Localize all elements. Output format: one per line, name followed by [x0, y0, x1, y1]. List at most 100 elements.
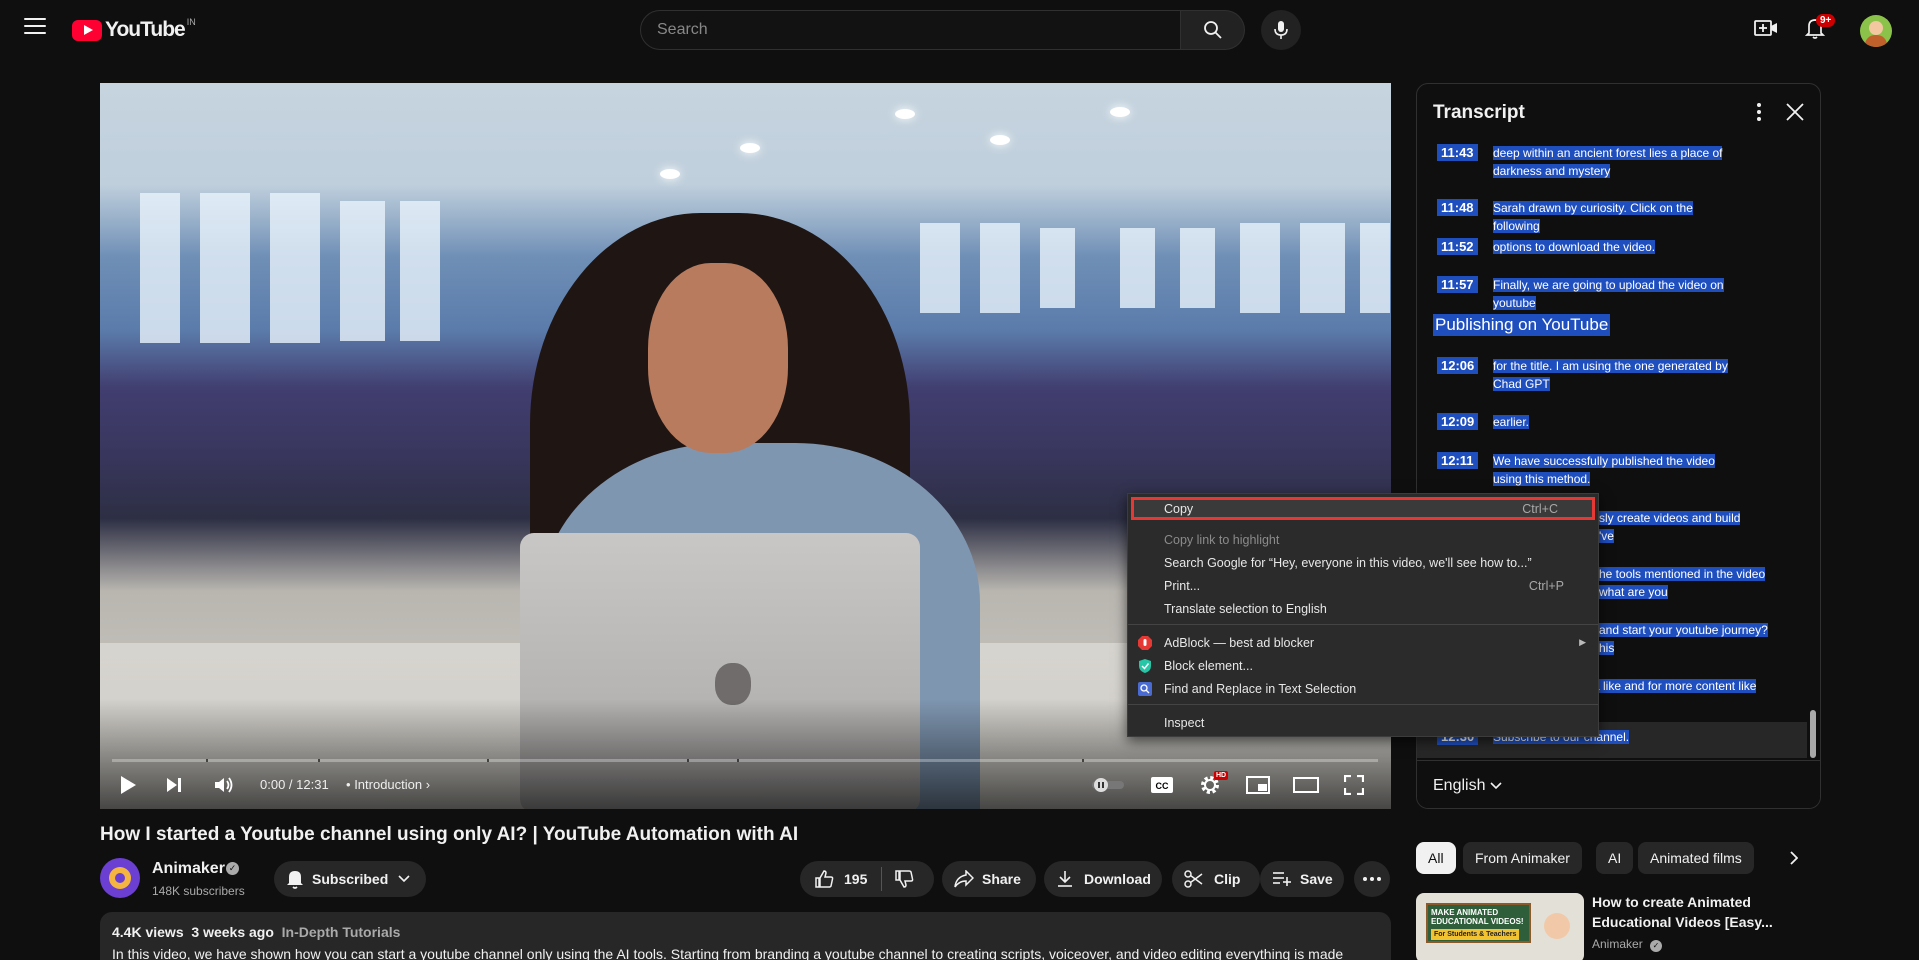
- recommended-channel: Animaker ✓: [1592, 937, 1663, 952]
- context-copy[interactable]: Copy Ctrl+C: [1131, 497, 1595, 520]
- save-button[interactable]: Save: [1260, 861, 1344, 897]
- like-button[interactable]: 195: [814, 869, 867, 889]
- chip-ai[interactable]: AI: [1596, 842, 1634, 874]
- menu-icon[interactable]: [24, 18, 46, 36]
- description-box[interactable]: 4.4K views 3 weeks ago In-Depth Tutorial…: [100, 912, 1391, 960]
- segment-text: Finally, we are going to upload the vide…: [1493, 278, 1724, 310]
- transcript-scrollbar[interactable]: [1810, 710, 1816, 758]
- chevron-right-icon: [1790, 851, 1798, 865]
- context-adblock[interactable]: AdBlock — best ad blocker ▶: [1128, 631, 1598, 654]
- transcript-segment[interactable]: 12:11 We have successfully published the…: [1417, 452, 1807, 488]
- adblock-icon: [1138, 635, 1152, 650]
- menu-divider: [1128, 704, 1598, 705]
- youtube-play-icon: [72, 19, 102, 41]
- search-input[interactable]: [641, 11, 1180, 49]
- miniplayer-button[interactable]: [1238, 767, 1278, 803]
- cc-icon: CC: [1151, 777, 1173, 793]
- miniplayer-icon: [1246, 776, 1270, 794]
- context-menu: Copy Ctrl+C Copy link to highlight Searc…: [1127, 493, 1599, 737]
- thumbs-up-icon: [815, 870, 834, 888]
- autoplay-toggle[interactable]: [1088, 767, 1128, 803]
- chip-from-animaker[interactable]: From Animaker: [1463, 842, 1582, 874]
- create-button[interactable]: [1752, 14, 1780, 42]
- channel-avatar[interactable]: [100, 858, 140, 898]
- chip-animated-films[interactable]: Animated films: [1638, 842, 1754, 874]
- time-display: 0:00 / 12:31: [260, 777, 329, 792]
- close-icon: [1786, 103, 1804, 121]
- menu-item-label: Copy link to highlight: [1164, 532, 1280, 547]
- verified-check-icon: ✓: [226, 862, 239, 875]
- segment-text: for the title. I am using the one genera…: [1493, 359, 1728, 391]
- channel-name[interactable]: Animaker: [152, 860, 225, 878]
- share-label: Share: [982, 871, 1021, 887]
- context-copy-link-to-highlight[interactable]: Copy link to highlight: [1128, 528, 1598, 551]
- volume-icon: [215, 777, 233, 793]
- hashtag-link[interactable]: In-Depth Tutorials: [282, 924, 401, 940]
- notification-badge: 9+: [1816, 14, 1836, 27]
- transcript-segment[interactable]: 12:09 earlier.: [1417, 413, 1807, 433]
- svg-text:CC: CC: [1156, 781, 1169, 791]
- country-code: IN: [186, 17, 196, 27]
- mute-button[interactable]: [206, 767, 242, 803]
- chapter-button[interactable]: • Introduction ›: [346, 777, 430, 792]
- language-label: English: [1433, 777, 1486, 794]
- menu-item-shortcut: Ctrl+P: [1528, 578, 1564, 593]
- chip-all[interactable]: All: [1416, 842, 1456, 874]
- hd-badge: HD: [1214, 771, 1229, 780]
- account-avatar[interactable]: [1860, 15, 1892, 47]
- context-print[interactable]: Print... Ctrl+P: [1128, 574, 1598, 597]
- language-select[interactable]: English: [1433, 777, 1502, 795]
- voice-search-button[interactable]: [1261, 10, 1301, 50]
- segment-time: 11:52: [1437, 238, 1478, 255]
- subscriber-count: 148K subscribers: [152, 884, 245, 898]
- play-button[interactable]: [110, 767, 146, 803]
- search-box: [640, 10, 1181, 50]
- menu-item-label: Print...: [1164, 578, 1201, 593]
- more-actions-button[interactable]: [1354, 861, 1390, 897]
- recommended-channel-name[interactable]: Animaker: [1592, 937, 1643, 951]
- transcript-close-button[interactable]: [1783, 100, 1807, 124]
- download-button[interactable]: Download: [1044, 861, 1162, 897]
- progress-bar[interactable]: [112, 759, 1378, 762]
- context-inspect[interactable]: Inspect: [1128, 711, 1598, 734]
- transcript-segment[interactable]: 11:43 deep within an ancient forest lies…: [1417, 144, 1807, 180]
- transcript-segment[interactable]: 11:52 options to download the video.: [1417, 238, 1807, 258]
- divider: [881, 867, 883, 891]
- dislike-button[interactable]: [894, 869, 914, 889]
- recommended-thumbnail[interactable]: MAKE ANIMATED EDUCATIONAL VIDEOS! For St…: [1416, 893, 1584, 960]
- chips-next-button[interactable]: [1782, 846, 1806, 870]
- subscribed-button[interactable]: Subscribed: [274, 861, 426, 897]
- search-button[interactable]: [1181, 10, 1245, 50]
- transcript-segment[interactable]: 11:48 Sarah drawn by curiosity. Click on…: [1417, 199, 1807, 233]
- next-button[interactable]: [156, 767, 192, 803]
- chevron-down-icon: [1490, 782, 1502, 790]
- share-button[interactable]: Share: [942, 861, 1036, 897]
- youtube-logo[interactable]: YouTube IN: [72, 17, 196, 42]
- context-search-google[interactable]: Search Google for “Hey, everyone in this…: [1128, 551, 1598, 574]
- verified-check-icon: ✓: [1650, 940, 1663, 952]
- menu-item-label: Block element...: [1164, 658, 1253, 673]
- context-find-replace[interactable]: Find and Replace in Text Selection: [1128, 677, 1598, 700]
- upload-age: 3 weeks ago: [191, 924, 274, 940]
- fullscreen-icon: [1344, 775, 1364, 795]
- thumb-line-2: EDUCATIONAL VIDEOS!: [1431, 917, 1524, 926]
- transcript-segment[interactable]: 12:06 for the title. I am using the one …: [1417, 357, 1807, 393]
- thumbs-down-icon: [895, 870, 914, 888]
- thumbnail-board: MAKE ANIMATED EDUCATIONAL VIDEOS! For St…: [1426, 903, 1531, 943]
- recommended-title[interactable]: How to create Animated Educational Video…: [1592, 892, 1797, 932]
- submenu-arrow-icon: ▶: [1579, 637, 1586, 647]
- theater-mode-button[interactable]: [1286, 767, 1326, 803]
- menu-item-label: Search Google for “Hey, everyone in this…: [1164, 555, 1532, 570]
- fullscreen-button[interactable]: [1334, 767, 1374, 803]
- segment-text: options to download the video.: [1493, 240, 1656, 254]
- share-icon: [954, 870, 974, 888]
- transcript-more-button[interactable]: [1747, 100, 1771, 124]
- clip-button[interactable]: Clip: [1172, 861, 1260, 897]
- subscribed-label: Subscribed: [312, 871, 389, 887]
- find-replace-icon: [1138, 681, 1152, 696]
- subtitles-button[interactable]: CC: [1142, 767, 1182, 803]
- context-block-element[interactable]: Block element...: [1128, 654, 1598, 677]
- segment-time: 11:43: [1437, 144, 1478, 161]
- transcript-segment[interactable]: 11:57 Finally, we are going to upload th…: [1417, 276, 1807, 310]
- context-translate[interactable]: Translate selection to English: [1128, 597, 1598, 620]
